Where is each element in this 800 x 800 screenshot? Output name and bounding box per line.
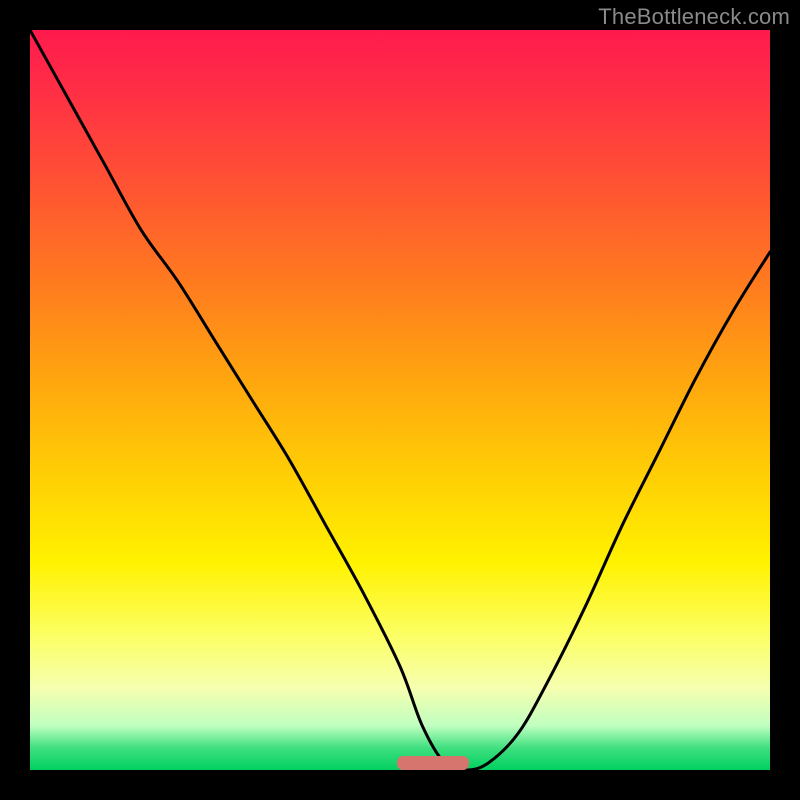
- minimum-marker: [397, 756, 469, 770]
- chart-frame: TheBottleneck.com: [0, 0, 800, 800]
- bottleneck-curve: [30, 30, 770, 770]
- plot-area: [30, 30, 770, 770]
- watermark-text: TheBottleneck.com: [598, 4, 790, 30]
- curve-svg: [30, 30, 770, 770]
